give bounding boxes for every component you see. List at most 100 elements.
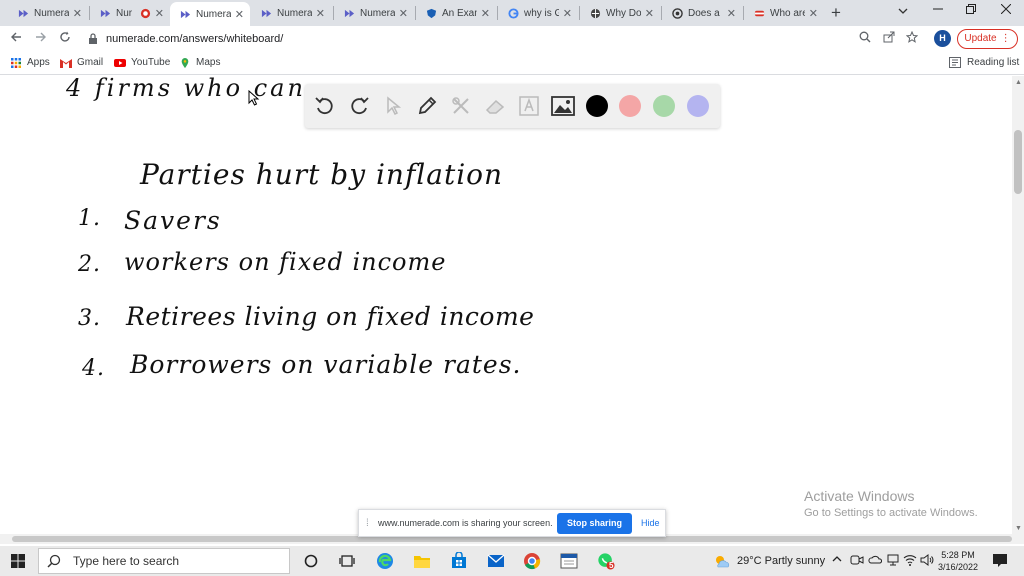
pointer-icon[interactable] [381, 94, 405, 118]
close-icon[interactable]: ✕ [563, 7, 572, 20]
restore-icon[interactable] [961, 3, 981, 17]
show-hidden-icons-chevron-icon[interactable] [832, 554, 842, 566]
tab-an-exam[interactable]: An Exan ✕ [416, 2, 496, 24]
volume-icon[interactable] [920, 554, 934, 569]
zoom-search-icon[interactable] [856, 31, 874, 46]
update-button[interactable]: Update ⋮ [957, 29, 1018, 49]
onedrive-cloud-icon[interactable] [868, 554, 882, 567]
tools-icon[interactable] [449, 94, 473, 118]
bookmark-apps[interactable]: Apps [10, 57, 50, 68]
bookmark-youtube[interactable]: YouTube [114, 57, 170, 68]
tab-numerade-2[interactable]: Nur ✕ [90, 2, 170, 24]
tab-numerade-1[interactable]: Numera ✕ [8, 2, 88, 24]
tab-search-chevron-icon[interactable] [893, 4, 913, 18]
close-icon[interactable]: ✕ [399, 7, 408, 20]
drag-handle-icon[interactable]: ⁞ [366, 518, 369, 529]
item-text: workers on fixed income [124, 248, 447, 276]
numerade-icon [344, 9, 355, 17]
address-bar-row: numerade.com/answers/whiteboard/ H Updat… [0, 26, 1024, 53]
close-icon[interactable]: ✕ [73, 7, 82, 20]
calculator-app-icon[interactable] [560, 552, 578, 570]
mail-icon[interactable] [487, 552, 505, 570]
reading-list-icon [949, 57, 961, 68]
item-number: 1. [78, 206, 101, 231]
close-icon[interactable]: ✕ [727, 7, 736, 20]
numerade-icon [261, 9, 272, 17]
reload-button[interactable] [55, 30, 75, 46]
minimize-icon[interactable] [928, 3, 948, 17]
close-window-icon[interactable] [996, 3, 1016, 17]
color-swatch-black[interactable] [586, 95, 608, 117]
whiteboard-canvas[interactable]: 4 firms who can Parties hurt by inflatio… [0, 76, 1012, 534]
taskbar-search-input[interactable]: Type here to search [38, 548, 290, 574]
pen-icon[interactable] [415, 94, 439, 118]
notifications-icon[interactable] [992, 552, 1008, 571]
bookmark-gmail[interactable]: Gmail [60, 57, 103, 68]
close-icon[interactable]: ✕ [809, 7, 818, 20]
windows-start-icon[interactable] [9, 552, 27, 570]
scroll-down-icon[interactable]: ▼ [1015, 525, 1022, 532]
globe-icon [590, 8, 601, 18]
meet-now-icon[interactable] [850, 554, 864, 569]
redo-icon[interactable] [347, 94, 371, 118]
scroll-up-icon[interactable]: ▲ [1015, 79, 1022, 86]
taskbar-clock[interactable]: 5:28 PM 3/16/2022 [936, 549, 980, 573]
new-tab-button[interactable]: + [831, 3, 841, 23]
item-text: Borrowers on variable rates. [130, 350, 522, 379]
activate-windows-watermark: Activate Windows Go to Settings to activ… [804, 488, 978, 519]
file-explorer-icon[interactable] [413, 552, 431, 570]
reading-list-button[interactable]: Reading list [949, 57, 1019, 68]
scroll-thumb[interactable] [1014, 130, 1022, 194]
eraser-icon[interactable] [483, 94, 507, 118]
tab-why-do[interactable]: Why Do ✕ [580, 2, 660, 24]
bookmark-star-icon[interactable] [903, 30, 921, 46]
tab-who-are[interactable]: Who are ✕ [744, 2, 824, 24]
share-icon[interactable] [880, 31, 898, 46]
task-view-icon[interactable] [338, 552, 356, 570]
close-icon[interactable]: ✕ [645, 7, 654, 20]
heading-text: Parties hurt by inflation [140, 158, 504, 191]
image-icon[interactable] [551, 94, 575, 118]
tab-strip: Numera ✕ Nur ✕ Numera ✕ Numera ✕ Numera … [0, 0, 1024, 26]
apps-grid-icon [11, 57, 21, 68]
tab-numerade-4[interactable]: Numera ✕ [251, 2, 331, 24]
profile-avatar[interactable]: H [934, 30, 951, 47]
color-swatch-lavender[interactable] [687, 95, 709, 117]
tab-google-search[interactable]: why is G ✕ [498, 2, 578, 24]
url-field[interactable]: numerade.com/answers/whiteboard/ [106, 33, 283, 45]
chrome-icon[interactable] [523, 552, 541, 570]
reload-icon [60, 31, 70, 42]
close-icon[interactable]: ✕ [481, 7, 490, 20]
gmail-icon [60, 58, 72, 68]
stop-sharing-button[interactable]: Stop sharing [557, 513, 632, 534]
screen-sharing-bar: ⁞ www.numerade.com is sharing your scree… [358, 509, 666, 537]
undo-icon[interactable] [313, 94, 337, 118]
numerade-icon [180, 10, 191, 18]
close-icon[interactable]: ✕ [235, 8, 244, 21]
hide-button[interactable]: Hide [641, 518, 660, 528]
text-icon[interactable] [517, 94, 541, 118]
network-icon[interactable] [886, 554, 900, 569]
weather-widget[interactable]: 29°C Partly sunny [713, 554, 825, 568]
item-number: 3. [78, 306, 101, 331]
numerade-icon [18, 9, 29, 17]
forward-button[interactable] [31, 30, 51, 46]
back-button[interactable] [6, 30, 26, 46]
vertical-scrollbar[interactable]: ▲ ▼ [1012, 76, 1024, 534]
lock-icon[interactable] [88, 33, 98, 45]
store-icon[interactable] [450, 552, 468, 570]
close-icon[interactable]: ✕ [316, 7, 325, 20]
whatsapp-icon[interactable]: 5 [597, 552, 615, 570]
item-text: Retirees living on fixed income [126, 302, 535, 331]
recording-dot-icon [140, 8, 150, 18]
cortana-icon[interactable] [302, 552, 320, 570]
tab-numerade-active[interactable]: Numera ✕ [170, 2, 250, 26]
close-icon[interactable]: ✕ [155, 7, 164, 20]
tab-does-a[interactable]: Does a l ✕ [662, 2, 742, 24]
bookmark-maps[interactable]: Maps [179, 57, 220, 68]
color-swatch-pink[interactable] [619, 95, 641, 117]
tab-numerade-5[interactable]: Numera ✕ [334, 2, 414, 24]
color-swatch-green[interactable] [653, 95, 675, 117]
wifi-icon[interactable] [903, 554, 917, 569]
edge-browser-icon[interactable] [376, 552, 394, 570]
